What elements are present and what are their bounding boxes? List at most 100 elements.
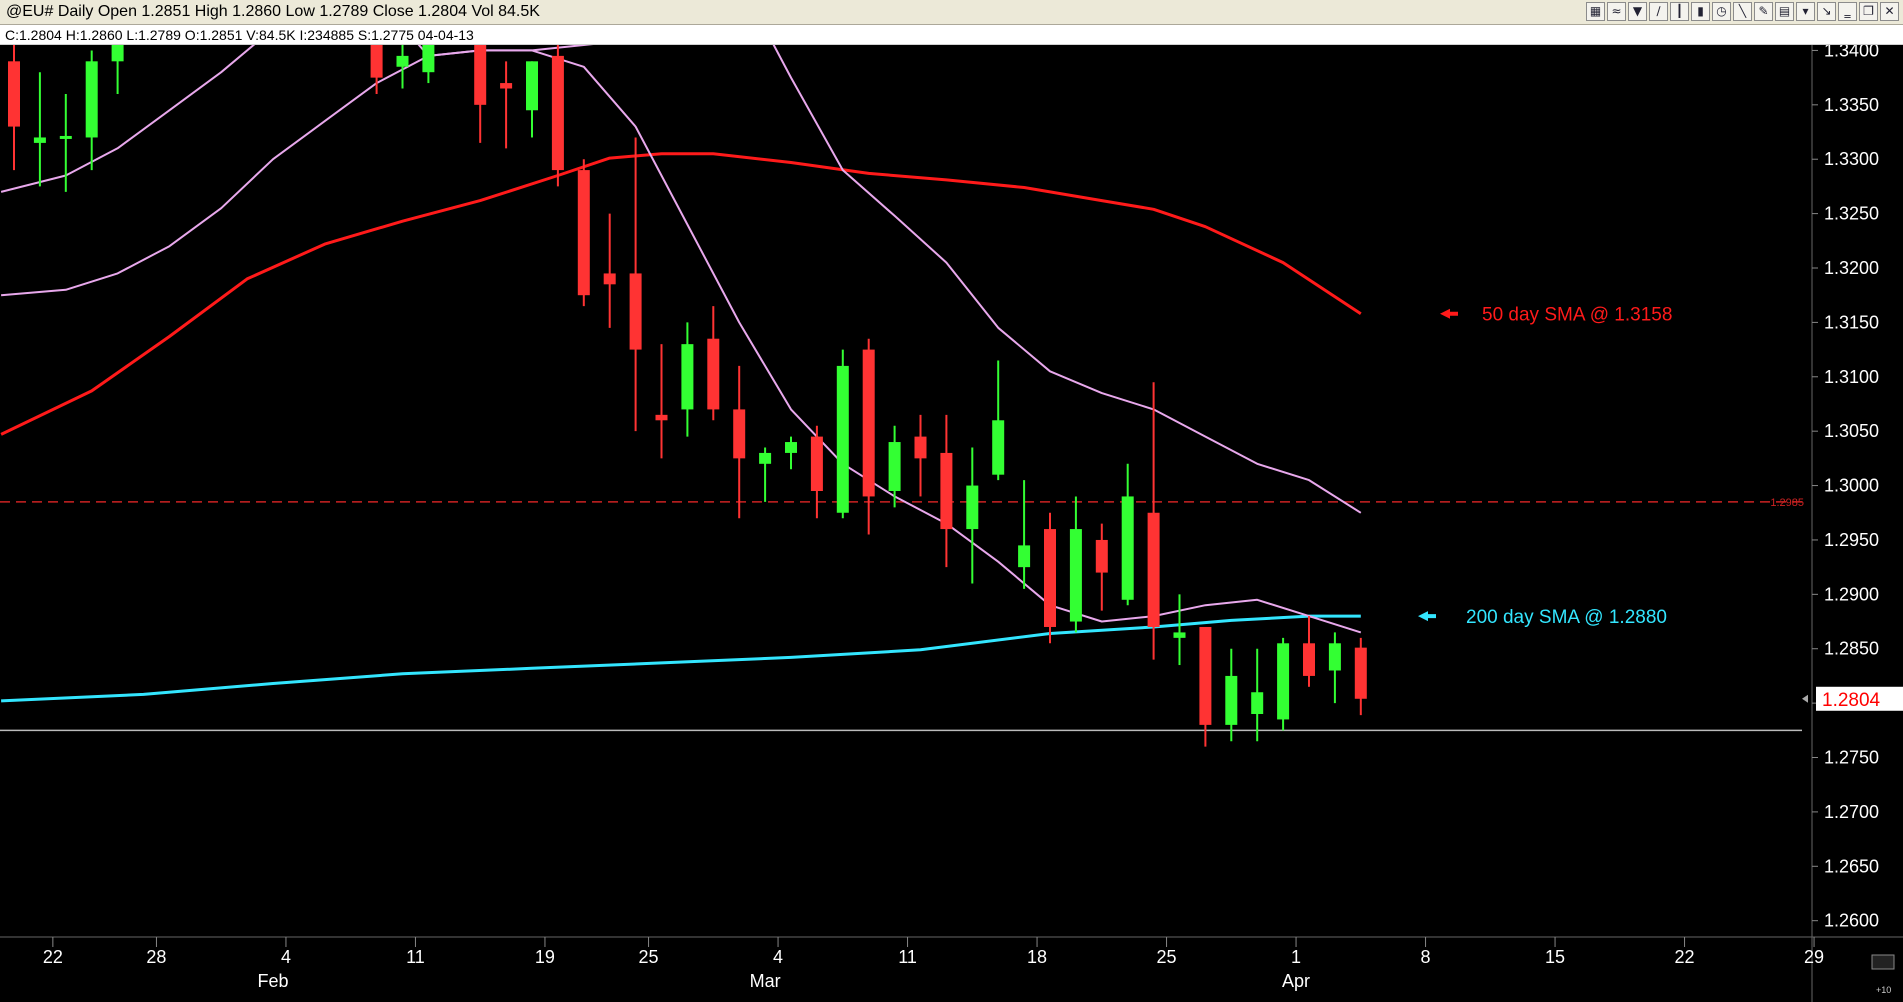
x-month-label: Feb: [257, 971, 288, 991]
candle-body: [733, 409, 746, 459]
y-tick-label: 1.3400: [1824, 45, 1879, 60]
y-tick-label: 1.3100: [1824, 367, 1879, 387]
x-tick-label: 1: [1291, 947, 1301, 967]
candle-body: [681, 344, 694, 410]
candle-body: [810, 436, 823, 491]
pencil-icon[interactable]: ✎: [1754, 2, 1773, 21]
ref-line-tag: 1.2985: [1770, 497, 1804, 509]
candle-body: [1225, 675, 1238, 725]
bar-icon[interactable]: ┃: [1670, 2, 1689, 21]
trash-icon[interactable]: ▾: [1796, 2, 1815, 21]
candle-body: [85, 61, 98, 138]
y-tick-label: 1.3200: [1824, 258, 1879, 278]
sma-annotation: 200 day SMA @ 1.2880: [1466, 607, 1667, 628]
candle-body: [655, 414, 668, 421]
x-tick-label: 22: [43, 947, 63, 967]
clock-icon[interactable]: ◷: [1712, 2, 1731, 21]
x-tick-label: 11: [406, 947, 425, 967]
draw-icon[interactable]: ∕: [1649, 2, 1668, 21]
toolbar: ▦ ≈ ▼ ∕ ┃ ▮ ◷ ╲ ✎ ▤ ▾ ↘ ‗ ❐ ✕: [1586, 2, 1899, 22]
line-icon[interactable]: ╲: [1733, 2, 1752, 21]
last-price-label: 1.2804: [1822, 690, 1881, 711]
y-tick-label: 1.3150: [1824, 312, 1879, 332]
y-tick-label: 1.2750: [1824, 748, 1879, 768]
candle-body: [8, 61, 20, 127]
candle-body: [1121, 496, 1134, 600]
y-tick-label: 1.3000: [1824, 476, 1879, 496]
x-tick-label: 11: [898, 947, 917, 967]
y-tick-label: 1.3300: [1824, 149, 1879, 169]
candle-body: [603, 273, 616, 285]
close-icon[interactable]: ✕: [1880, 2, 1899, 21]
candle-body: [629, 273, 642, 350]
x-tick-label: 15: [1545, 947, 1565, 967]
candle-body: [1354, 647, 1367, 699]
candle-body: [111, 45, 124, 62]
candle-body: [1095, 539, 1108, 573]
candle-body: [1069, 529, 1082, 622]
info-bar: C:1.2804 H:1.2860 L:1.2789 O:1.2851 V:84…: [0, 25, 1903, 45]
candle-body: [992, 420, 1005, 475]
candle-body: [836, 365, 849, 513]
y-tick-label: 1.2650: [1824, 856, 1879, 876]
restore-icon[interactable]: ❐: [1859, 2, 1878, 21]
candle-body: [707, 338, 720, 410]
x-tick-label: 18: [1027, 947, 1047, 967]
y-tick-label: 1.2950: [1824, 530, 1879, 550]
candle-body: [59, 135, 72, 139]
candle-body: [474, 45, 487, 105]
y-tick-label: 1.2850: [1824, 639, 1879, 659]
x-month-label: Apr: [1282, 971, 1310, 991]
y-tick-label: 1.3350: [1824, 95, 1879, 115]
x-tick-label: 25: [1157, 947, 1177, 967]
y-tick-label: 1.2600: [1824, 911, 1879, 931]
candle-body: [1147, 512, 1160, 627]
candle-body: [914, 436, 927, 459]
sma-annotation: 50 day SMA @ 1.3158: [1482, 305, 1672, 326]
grid-icon[interactable]: ▤: [1775, 2, 1794, 21]
y-tick-label: 1.2700: [1824, 802, 1879, 822]
candle-body: [500, 83, 513, 89]
x-tick-label: 22: [1675, 947, 1695, 967]
candle-body: [888, 442, 901, 491]
candle-body: [785, 442, 797, 453]
candle-body: [526, 61, 538, 111]
corner-label: +10: [1876, 985, 1891, 995]
candle: [577, 159, 590, 307]
candle-body: [1173, 632, 1186, 638]
x-tick-label: 19: [535, 947, 555, 967]
y-tick-label: 1.2900: [1824, 584, 1879, 604]
candle-body: [759, 452, 772, 464]
candle: [1044, 512, 1056, 644]
x-tick-label: 25: [639, 947, 659, 967]
candle: [1277, 637, 1290, 731]
candle-body: [1328, 643, 1341, 671]
indicator-icon[interactable]: ≈: [1607, 2, 1626, 21]
candle-body: [1044, 529, 1056, 627]
candle-icon[interactable]: ▮: [1691, 2, 1710, 21]
candle-body: [1277, 643, 1290, 720]
y-tick-label: 1.3250: [1824, 204, 1879, 224]
y-tick-label: 1.3050: [1824, 421, 1879, 441]
candle-body: [33, 137, 46, 143]
x-tick-label: 29: [1804, 947, 1824, 967]
minimize-icon[interactable]: ‗: [1838, 2, 1857, 21]
candle-body: [577, 170, 590, 296]
candle-body: [1018, 545, 1031, 568]
scroll-icon[interactable]: ↘: [1817, 2, 1836, 21]
candle-body: [396, 55, 409, 67]
candle-body: [422, 45, 435, 73]
x-tick-label: 8: [1421, 947, 1431, 967]
x-tick-label: 4: [281, 947, 291, 967]
candle-body: [551, 55, 564, 171]
arrow-down-icon[interactable]: ▼: [1628, 2, 1647, 21]
chart-icon[interactable]: ▦: [1586, 2, 1605, 21]
title-bar: @EU# Daily Open 1.2851 High 1.2860 Low 1…: [0, 0, 1903, 25]
window-title: @EU# Daily Open 1.2851 High 1.2860 Low 1…: [6, 3, 540, 20]
plot-area: [0, 45, 1812, 1002]
x-month-label: Mar: [750, 971, 781, 991]
candle-body: [1199, 626, 1212, 725]
candle: [836, 349, 849, 519]
price-chart[interactable]: 1.3400 1.3350 1.3300 1.3250 1.3200 1.3150 1.31…: [0, 45, 1903, 1002]
candle-body: [1251, 692, 1264, 714]
